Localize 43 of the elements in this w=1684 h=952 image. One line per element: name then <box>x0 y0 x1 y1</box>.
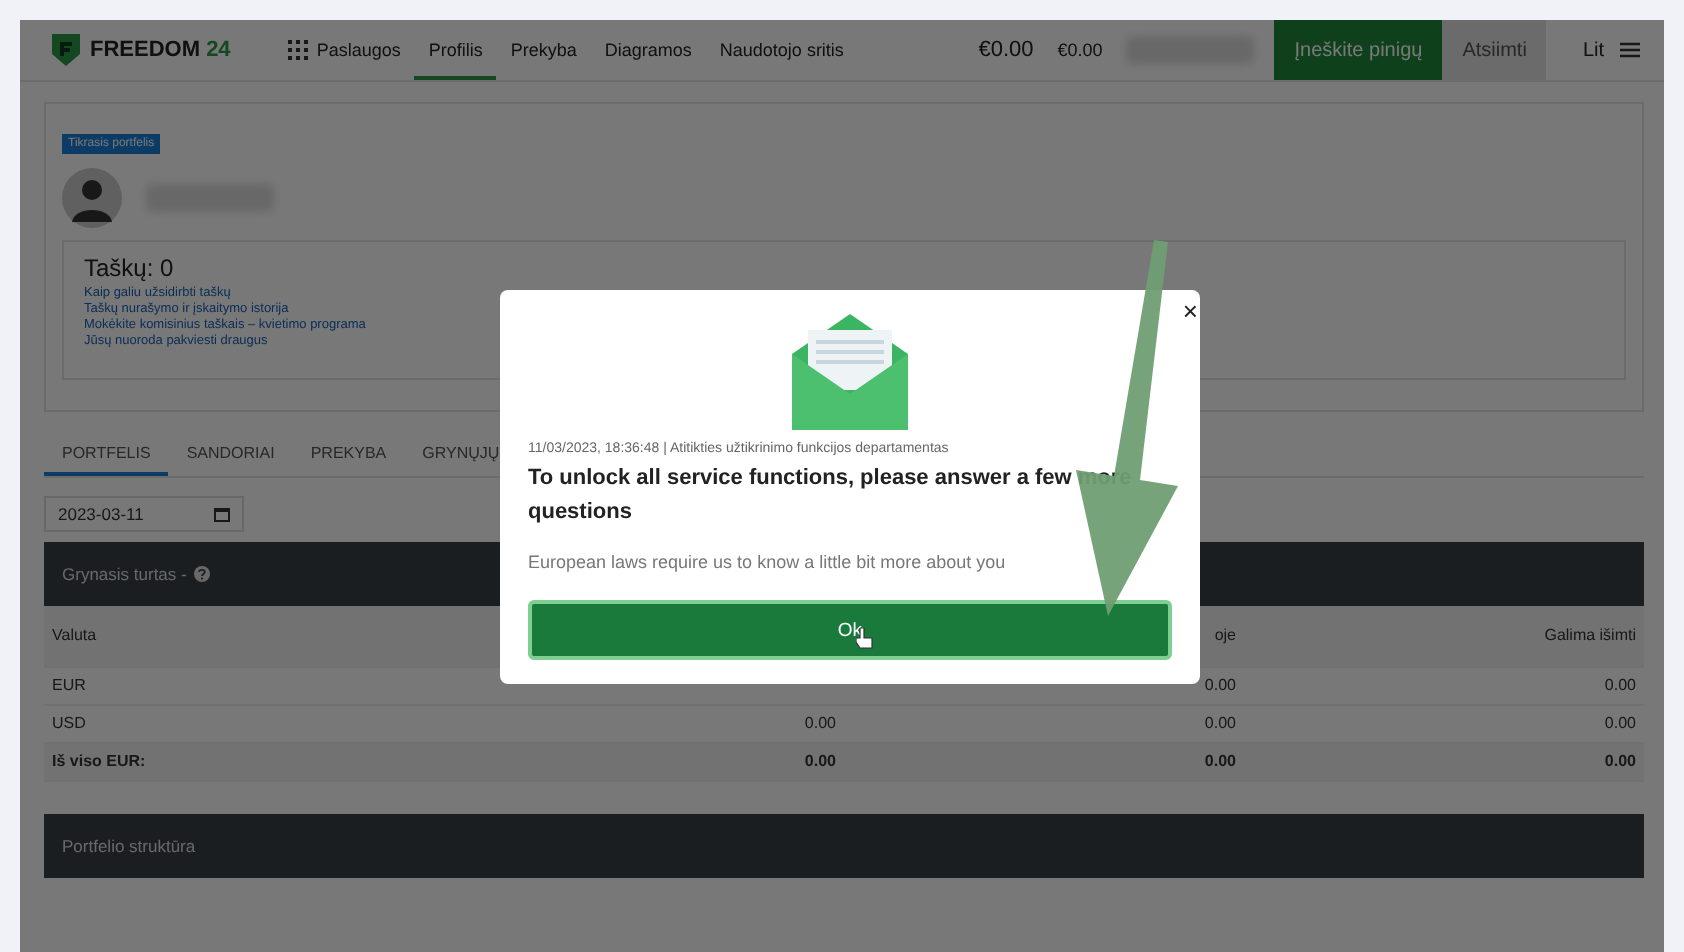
logo-text: FREEDOM 24 <box>90 38 231 62</box>
calendar-icon <box>214 507 230 521</box>
net-worth-title: Grynasis turtas - <box>62 564 187 584</box>
column-header: Galima išimti <box>1544 626 1636 646</box>
portfolio-structure-title: Portfelio struktūra <box>62 836 196 856</box>
table-cell: 0.00 <box>1204 676 1236 696</box>
column-header: oje <box>1214 626 1236 646</box>
tab[interactable]: PREKYBA <box>292 436 405 476</box>
table-cell: 0.00 <box>1604 714 1636 734</box>
table-cell: 0.00 <box>1604 752 1636 772</box>
balance-text: €0.00 <box>1057 40 1103 60</box>
nav-link[interactable]: Naudotojo sritis <box>705 20 858 80</box>
tab[interactable]: PORTFELIS <box>44 436 169 476</box>
nav-link[interactable]: Paslaugos <box>274 20 415 80</box>
points-title: Taškų: 0 <box>84 254 176 282</box>
message-text: European laws require us to know a little bit more about you <box>528 552 1008 572</box>
language-selector[interactable]: Lit <box>1582 39 1604 61</box>
help-icon[interactable] <box>194 566 211 582</box>
balance-text: €0.00 <box>978 38 1034 62</box>
table-cell: Iš viso EUR: <box>52 752 146 772</box>
grid-icon <box>288 40 309 60</box>
nav-link[interactable]: Diagramos <box>590 20 706 80</box>
table-cell: USD <box>52 714 86 734</box>
shield-logo-icon <box>52 34 80 66</box>
withdraw-button[interactable]: Atsiimti <box>1442 20 1547 80</box>
nav-link[interactable]: Profilis <box>414 20 497 80</box>
date-field[interactable]: 2023-03-11 <box>44 496 244 532</box>
table-cell: 0.00 <box>804 752 836 772</box>
nav-link[interactable]: Prekyba <box>496 20 591 80</box>
table-cell: 0.00 <box>1204 714 1236 734</box>
deposit-button[interactable]: Įneškite pinigų <box>1274 20 1443 80</box>
table-cell: 0.00 <box>1604 676 1636 696</box>
ok-button[interactable]: Ok <box>528 600 1172 660</box>
tab[interactable]: GRYNŲJŲ <box>404 436 518 476</box>
tab[interactable]: SANDORIAI <box>168 436 293 476</box>
column-header: Valuta <box>52 626 97 646</box>
close-button[interactable]: × <box>1182 298 1198 324</box>
table-cell: 0.00 <box>804 714 836 734</box>
menu-icon[interactable] <box>1620 42 1640 58</box>
table-cell: EUR <box>52 676 86 696</box>
envelope-icon <box>792 314 908 430</box>
table-cell: 0.00 <box>1204 752 1236 772</box>
avatar-silhouette-icon <box>62 168 122 228</box>
